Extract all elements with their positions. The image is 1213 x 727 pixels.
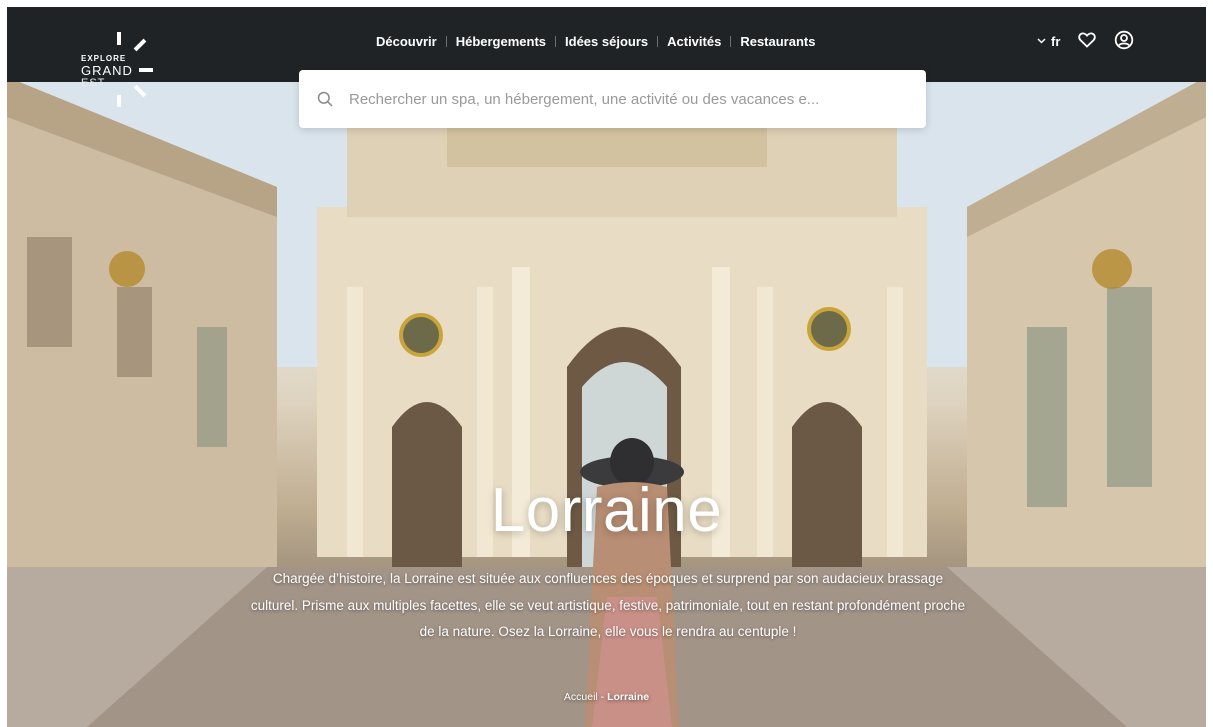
logo-mark-bottom — [117, 95, 121, 107]
nav-divider — [555, 35, 557, 47]
nav-item-hebergements[interactable]: Hébergements — [456, 34, 546, 49]
header-tools: fr — [1037, 30, 1134, 53]
breadcrumb-home-link[interactable]: Accueil — [564, 691, 598, 703]
search-icon — [317, 91, 333, 107]
user-icon — [1114, 30, 1134, 53]
nav-item-restaurants[interactable]: Restaurants — [740, 34, 815, 49]
nav-item-activites[interactable]: Activités — [667, 34, 721, 49]
logo-text-explore: EXPLORE — [81, 54, 127, 63]
logo-mark-diagonal-top — [133, 38, 147, 52]
logo-text-grand: GRAND — [81, 63, 133, 78]
main-navigation: Découvrir Hébergements Idées séjours Act… — [376, 31, 815, 51]
search-input[interactable] — [347, 89, 906, 109]
language-label: fr — [1051, 33, 1061, 49]
breadcrumb-current: Lorraine — [607, 691, 650, 703]
logo-mark-top — [117, 32, 121, 45]
nav-divider — [445, 35, 447, 47]
hero-description: Chargée d’histoire, la Lorraine est situ… — [250, 571, 966, 639]
nav-item-idees-sejours[interactable]: Idées séjours — [565, 34, 648, 49]
logo-mark-diagonal-bottom — [133, 84, 147, 98]
nav-divider — [730, 35, 732, 47]
search-bar[interactable] — [299, 70, 926, 128]
breadcrumb: Accueil - Lorraine — [7, 691, 1206, 703]
logo-mark-right — [139, 68, 153, 72]
breadcrumb-separator: - — [600, 691, 605, 703]
favorites-button[interactable] — [1077, 31, 1097, 51]
page-title: Lorraine — [490, 476, 723, 545]
nav-item-decouvrir[interactable]: Découvrir — [376, 34, 437, 49]
account-button[interactable] — [1114, 30, 1134, 53]
heart-icon — [1078, 32, 1097, 51]
logo-text-est: EST — [81, 77, 106, 89]
explore-grand-est-logo[interactable]: EXPLORE GRAND EST — [77, 27, 167, 107]
nav-divider — [657, 35, 659, 47]
chevron-down-icon — [1037, 36, 1046, 47]
language-selector[interactable]: fr — [1037, 34, 1060, 49]
page-frame: EXPLORE GRAND EST Découvrir Hébergements… — [7, 7, 1206, 727]
